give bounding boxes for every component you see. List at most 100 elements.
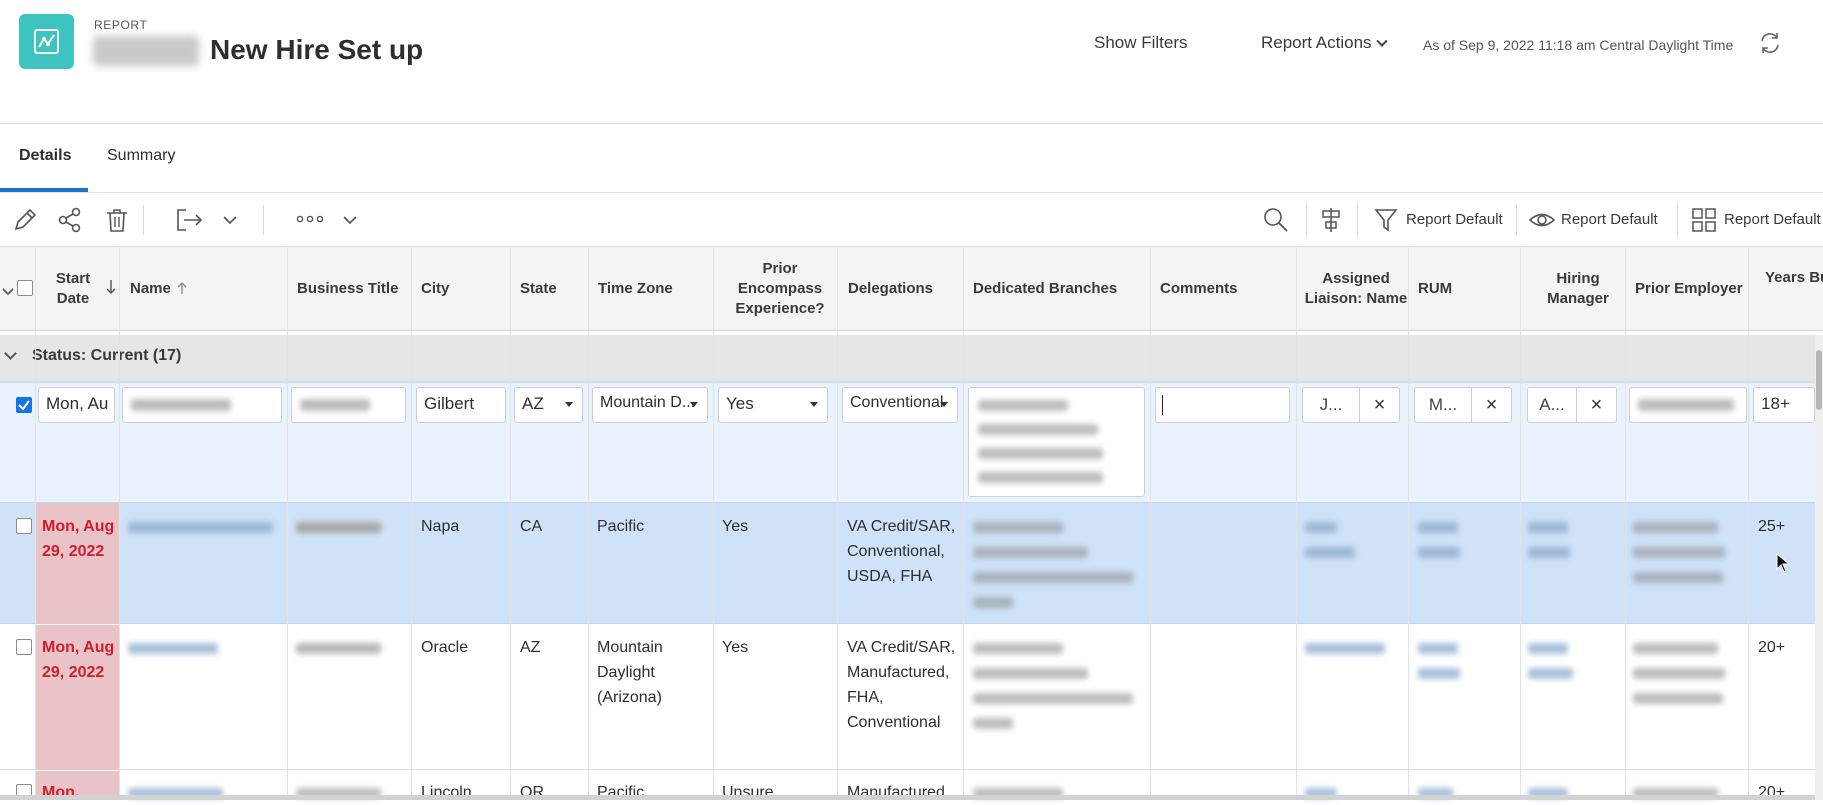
prior-experience-cell: Yes xyxy=(722,518,749,535)
sort-descending-arrow-icon[interactable] xyxy=(106,279,116,300)
city-input[interactable]: Gilbert xyxy=(416,387,506,423)
redacted-title-prefix xyxy=(93,36,199,66)
column-divider xyxy=(1748,246,1749,800)
sort-ascending-arrow-icon[interactable] xyxy=(177,281,187,300)
years-cell: 20+ xyxy=(1758,784,1786,801)
vertical-scrollbar-thumb[interactable] xyxy=(1816,350,1822,410)
redacted-branches xyxy=(973,643,1063,654)
column-header-time-zone[interactable]: Time Zone xyxy=(598,246,698,331)
time-zone-cell: Pacific xyxy=(597,784,645,801)
start-date-input[interactable]: Mon, Au xyxy=(38,387,115,423)
redacted-liaison xyxy=(1305,547,1355,558)
view-eye-icon[interactable] xyxy=(1528,206,1556,239)
prior-experience-cell: Yes xyxy=(722,639,749,656)
grouping-selector[interactable]: Report Default xyxy=(1724,211,1821,228)
time-zone-select[interactable]: Mountain D... xyxy=(592,387,708,423)
redacted-branches xyxy=(973,693,1133,704)
column-divider xyxy=(35,246,36,800)
column-header-prior-encompass-experience[interactable]: Prior Encompass Experience? xyxy=(724,246,836,331)
comments-textarea[interactable] xyxy=(1155,387,1290,423)
years-cell: 20+ xyxy=(1758,639,1786,656)
group-label: Status: Current (17) xyxy=(32,347,182,364)
column-header-state[interactable]: State xyxy=(520,246,580,331)
redacted-branches xyxy=(973,547,1088,558)
row-checkbox-checked[interactable] xyxy=(16,397,32,413)
column-header-name[interactable]: Name xyxy=(130,246,180,331)
clear-hiring-manager-close-icon[interactable]: × xyxy=(1577,387,1617,423)
page-title: New Hire Set up xyxy=(210,34,424,65)
redacted-prior-employer xyxy=(1633,572,1723,583)
redacted-rum xyxy=(1418,643,1458,654)
toolbar-separator xyxy=(1306,205,1307,235)
chevron-down-icon[interactable] xyxy=(222,213,238,231)
column-header-dedicated-branches[interactable]: Dedicated Branches xyxy=(973,246,1143,331)
select-all-checkbox[interactable] xyxy=(17,280,33,296)
report-actions-menu[interactable]: Report Actions xyxy=(1261,33,1388,53)
filter-icon[interactable] xyxy=(1373,206,1399,239)
redacted-prior-employer xyxy=(1633,547,1725,558)
search-icon[interactable] xyxy=(1262,206,1290,239)
column-header-rum[interactable]: RUM xyxy=(1418,246,1478,331)
column-header-business-title[interactable]: Business Title xyxy=(297,246,407,331)
chevron-down-icon xyxy=(1375,35,1388,47)
rum-value[interactable]: M... xyxy=(1414,387,1472,423)
delegations-select[interactable]: Conventional xyxy=(842,387,958,423)
view-selector[interactable]: Report Default xyxy=(1561,211,1658,228)
show-filters-button[interactable]: Show Filters xyxy=(1094,33,1188,53)
redacted-name xyxy=(128,643,218,654)
state-select[interactable]: AZ xyxy=(514,387,583,423)
state-cell: OR xyxy=(520,784,544,801)
edit-pencil-icon[interactable] xyxy=(11,206,39,239)
share-icon[interactable] xyxy=(56,206,84,239)
clear-liaison-close-icon[interactable]: × xyxy=(1360,387,1400,423)
column-header-delegations[interactable]: Delegations xyxy=(848,246,958,331)
redacted-prior-employer xyxy=(1633,643,1718,654)
horizontal-scrollbar[interactable] xyxy=(0,795,1815,800)
prior-experience-select[interactable]: Yes xyxy=(718,387,828,423)
name-input[interactable] xyxy=(122,387,282,423)
column-divider xyxy=(713,246,714,800)
column-header-start-date[interactable]: Start Date xyxy=(48,246,98,331)
column-header-comments[interactable]: Comments xyxy=(1160,246,1270,331)
filter-selector[interactable]: Report Default xyxy=(1406,211,1503,228)
row-checkbox[interactable] xyxy=(16,518,32,534)
redacted-branches xyxy=(973,572,1133,583)
column-divider xyxy=(588,246,589,800)
chevron-down-icon[interactable] xyxy=(342,213,358,231)
liaison-value[interactable]: J... xyxy=(1302,387,1360,423)
redacted-business-title xyxy=(296,522,381,533)
state-cell: CA xyxy=(520,518,543,535)
more-options-icon[interactable] xyxy=(296,212,324,231)
tab-summary[interactable]: Summary xyxy=(107,147,175,165)
tabs-divider xyxy=(0,192,1823,193)
dedicated-branches-textarea[interactable] xyxy=(968,387,1145,497)
toolbar-separator xyxy=(263,205,264,235)
column-header-assigned-liaison[interactable]: Assigned Liaison: Name xyxy=(1300,246,1412,331)
column-header-city[interactable]: City xyxy=(421,246,501,331)
as-of-timestamp: As of Sep 9, 2022 11:18 am Central Dayli… xyxy=(1423,37,1734,53)
redacted-branches xyxy=(973,522,1063,533)
redacted-hiring-manager xyxy=(1528,643,1568,654)
export-icon[interactable] xyxy=(174,206,204,239)
column-header-years-business[interactable]: Years Busine xyxy=(1765,246,1823,331)
toolbar-separator xyxy=(143,205,144,235)
group-row-status-current[interactable] xyxy=(0,335,1815,383)
business-title-input[interactable] xyxy=(291,387,406,423)
prior-employer-input[interactable] xyxy=(1629,387,1747,423)
column-settings-icon[interactable] xyxy=(1318,206,1344,239)
column-divider xyxy=(411,246,412,800)
delegations-cell: Manufactured, xyxy=(847,784,950,801)
grouping-grid-icon[interactable] xyxy=(1690,206,1718,239)
column-divider xyxy=(1520,246,1521,800)
collapse-all-chevron-icon[interactable] xyxy=(2,284,14,302)
redacted-prior-employer xyxy=(1633,668,1725,679)
years-input[interactable]: 18+ xyxy=(1753,387,1815,423)
tab-details[interactable]: Details xyxy=(19,147,71,165)
refresh-icon[interactable] xyxy=(1757,30,1783,61)
column-header-prior-employer[interactable]: Prior Employer xyxy=(1635,246,1755,331)
hiring-manager-value[interactable]: A... xyxy=(1527,387,1577,423)
clear-rum-close-icon[interactable]: × xyxy=(1472,387,1512,423)
row-checkbox[interactable] xyxy=(16,639,32,655)
delete-trash-icon[interactable] xyxy=(103,206,131,239)
column-header-hiring-manager[interactable]: Hiring Manager xyxy=(1528,246,1628,331)
